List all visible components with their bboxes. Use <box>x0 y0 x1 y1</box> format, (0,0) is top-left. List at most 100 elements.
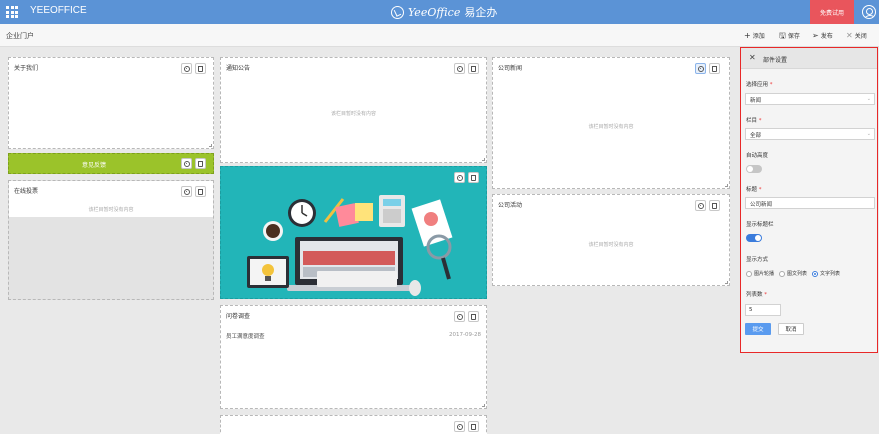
trash-icon <box>198 65 203 72</box>
delete-button[interactable] <box>468 311 479 322</box>
free-trial-button[interactable]: 免费试用 <box>810 0 854 24</box>
toolbar: 企业门户 + 添加 🖫 保存 ➢ 发布 ✕ 关闭 <box>0 24 879 47</box>
settings-button[interactable] <box>181 63 192 74</box>
widget-title: 通知公告 <box>226 65 251 72</box>
feedback-widget[interactable]: 意见反馈 <box>8 153 214 174</box>
trash-icon <box>198 160 203 167</box>
settings-button[interactable] <box>181 158 192 169</box>
app-select[interactable]: 新闻 ⌄ <box>745 93 875 105</box>
settings-button[interactable] <box>695 200 706 211</box>
brand-name: YEEOFFICE <box>30 5 87 16</box>
about-us-widget[interactable]: 关于我们 <box>8 57 214 149</box>
panel-title: 部件设置 <box>763 57 788 64</box>
trash-icon <box>198 188 203 195</box>
gear-icon <box>183 65 190 72</box>
delete-button[interactable] <box>195 63 206 74</box>
app-select-value: 新闻 <box>750 98 762 104</box>
plus-icon: + <box>744 30 751 40</box>
online-vote-widget[interactable]: 在线投票 该栏目暂时没有内容 <box>8 180 214 300</box>
publish-button[interactable]: ➢ 发布 <box>812 31 833 40</box>
trash-icon <box>471 65 476 72</box>
floppy-icon: 🖫 <box>779 30 786 40</box>
resize-handle[interactable] <box>482 404 485 407</box>
resize-handle[interactable] <box>725 184 728 187</box>
show-title-bar-label: 显示标题栏 <box>746 222 774 228</box>
add-button[interactable]: + 添加 <box>744 31 765 40</box>
chevron-down-icon: ⌄ <box>866 96 871 102</box>
trash-icon <box>471 423 476 430</box>
settings-button[interactable] <box>181 186 192 197</box>
gear-icon <box>183 160 190 167</box>
settings-button[interactable] <box>695 63 706 74</box>
delete-button[interactable] <box>195 186 206 197</box>
widget-title: 在线投票 <box>14 188 39 195</box>
empty-widget[interactable] <box>220 415 487 434</box>
resize-handle[interactable] <box>725 281 728 284</box>
display-mode-label: 显示方式 <box>746 257 769 263</box>
empty-message: 该栏目暂时没有内容 <box>330 111 376 117</box>
trash-icon <box>712 202 717 209</box>
widget-title: 公司新闻 <box>498 65 523 72</box>
gear-icon <box>697 202 704 209</box>
submit-button[interactable]: 提交 <box>745 323 771 335</box>
survey-widget[interactable]: 问卷调查 员工满意度调查 2017-09-28 <box>220 305 487 409</box>
page-title: 企业门户 <box>6 32 34 40</box>
trash-icon <box>712 65 717 72</box>
app-label: 选择应用 * <box>746 82 773 88</box>
save-label: 保存 <box>787 33 800 40</box>
delete-button[interactable] <box>195 158 206 169</box>
chevron-down-icon: ⌄ <box>866 131 871 137</box>
count-label: 列表数 * <box>746 292 768 298</box>
add-label: 添加 <box>752 33 765 40</box>
radio-image-text-list[interactable]: 图文列表 <box>779 270 807 277</box>
save-button[interactable]: 🖫 保存 <box>779 31 800 40</box>
cancel-button[interactable]: 取消 <box>778 323 804 335</box>
notice-widget[interactable]: 通知公告 该栏目暂时没有内容 <box>220 57 487 163</box>
apps-grid-icon[interactable] <box>6 6 18 18</box>
settings-button[interactable] <box>454 311 465 322</box>
delete-button[interactable] <box>468 172 479 183</box>
auto-height-toggle[interactable] <box>746 165 762 173</box>
show-title-bar-toggle[interactable] <box>746 234 762 242</box>
gear-icon <box>456 313 463 320</box>
delete-button[interactable] <box>709 63 720 74</box>
list-item[interactable]: 员工满意度调查 2017-09-28 <box>226 332 481 340</box>
gear-icon <box>456 423 463 430</box>
trash-icon <box>471 313 476 320</box>
close-label: 关闭 <box>854 33 867 40</box>
feedback-label: 意见反馈 <box>81 162 106 169</box>
logo-icon <box>391 5 404 19</box>
widget-title: 问卷调查 <box>226 313 251 320</box>
user-avatar-icon[interactable] <box>862 5 876 19</box>
display-mode-radios: 图片轮播 图文列表 文字列表 <box>746 270 840 277</box>
radio-text-list[interactable]: 文字列表 <box>812 270 840 277</box>
radio-image-carousel[interactable]: 图片轮播 <box>746 270 774 277</box>
paper-plane-icon: ➢ <box>812 30 819 40</box>
company-events-widget[interactable]: 公司活动 该栏目暂时没有内容 <box>492 194 730 286</box>
gear-icon <box>456 65 463 72</box>
company-news-widget[interactable]: 公司新闻 该栏目暂时没有内容 <box>492 57 730 189</box>
close-icon: ✕ <box>846 30 853 40</box>
delete-button[interactable] <box>468 63 479 74</box>
settings-button[interactable] <box>454 421 465 432</box>
survey-date: 2017-09-28 <box>449 332 481 338</box>
column-select[interactable]: 全部 ⌄ <box>745 128 875 140</box>
resize-handle[interactable] <box>209 144 212 147</box>
gear-icon <box>697 65 704 72</box>
banner-image-widget[interactable] <box>220 166 487 299</box>
settings-button[interactable] <box>454 172 465 183</box>
close-button[interactable]: ✕ 关闭 <box>846 31 867 40</box>
column-label: 栏目 * <box>746 118 762 124</box>
resize-handle[interactable] <box>482 158 485 161</box>
empty-message: 该栏目暂时没有内容 <box>588 242 634 248</box>
settings-button[interactable] <box>454 63 465 74</box>
panel-header: ✕ 部件设置 <box>741 48 877 69</box>
office-desk-illustration <box>247 195 453 296</box>
delete-button[interactable] <box>468 421 479 432</box>
delete-button[interactable] <box>709 200 720 211</box>
title-input[interactable]: 公司新闻 <box>745 197 875 209</box>
publish-label: 发布 <box>820 33 833 40</box>
count-input[interactable]: 5 <box>745 304 781 316</box>
auto-height-label: 自动高度 <box>746 153 769 159</box>
close-panel-icon[interactable]: ✕ <box>749 53 756 62</box>
